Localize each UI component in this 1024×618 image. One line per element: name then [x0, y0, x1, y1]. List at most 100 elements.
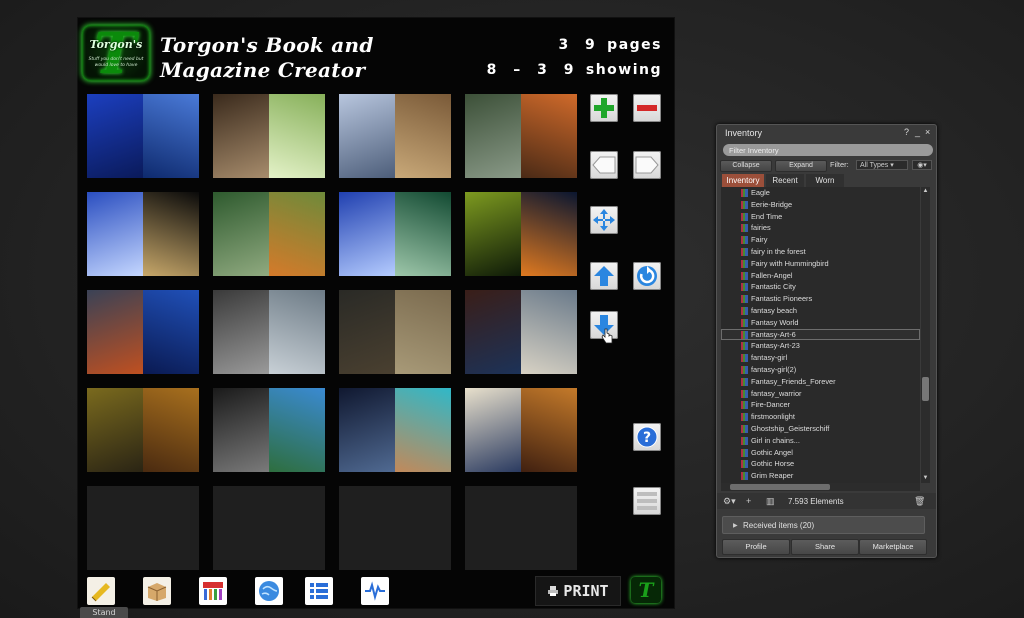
inventory-item[interactable]: Fantastic Pioneers: [721, 293, 920, 305]
page-thumbnail[interactable]: [339, 94, 451, 178]
trash-icon[interactable]: 🗑: [914, 496, 925, 507]
mini-logo-button[interactable]: T: [631, 577, 661, 603]
previous-page-button[interactable]: [590, 151, 618, 179]
inventory-item[interactable]: Gothic Horse: [721, 458, 920, 470]
globe-button[interactable]: [255, 577, 283, 605]
inventory-item[interactable]: fairy in the forest: [721, 246, 920, 258]
left-page-image: [339, 388, 395, 472]
help-button[interactable]: ?: [633, 423, 661, 451]
texture-button[interactable]: [199, 577, 227, 605]
collapse-button[interactable]: Collapse: [720, 160, 772, 172]
waveform-icon: [365, 581, 385, 601]
tab-worn[interactable]: Worn: [806, 174, 844, 187]
inventory-item[interactable]: fantasy-girl: [721, 352, 920, 364]
inventory-list[interactable]: Eagle Eerie-Bridge End Time fairies Fairy fai…: [721, 187, 920, 483]
received-items-panel[interactable]: ▶ Received items (20): [722, 516, 925, 534]
empty-page-slot[interactable]: [213, 486, 325, 570]
inventory-item[interactable]: Fantasy-Art-23: [721, 340, 920, 352]
page-thumbnail[interactable]: [339, 290, 451, 374]
inventory-horizontal-scrollbar[interactable]: [721, 483, 920, 491]
inventory-item[interactable]: fantasy beach: [721, 305, 920, 317]
inventory-item[interactable]: firstmoonlight: [721, 411, 920, 423]
page-thumbnail[interactable]: [465, 290, 577, 374]
remove-page-button[interactable]: [633, 94, 661, 122]
inventory-item[interactable]: Fantasy-Art-6: [721, 328, 920, 341]
inventory-item[interactable]: Grim Reaper: [721, 470, 920, 482]
profile-button[interactable]: Profile: [722, 539, 790, 555]
inventory-item[interactable]: fairies: [721, 222, 920, 234]
tab-recent[interactable]: Recent: [766, 174, 804, 187]
gear-icon[interactable]: ⚙▾: [723, 496, 736, 507]
empty-page-slot[interactable]: [465, 486, 577, 570]
scroll-down-icon[interactable]: ▼: [921, 474, 930, 483]
expand-view-button[interactable]: [590, 206, 618, 234]
inventory-item[interactable]: Fallen-Angel: [721, 270, 920, 282]
next-page-button[interactable]: [633, 151, 661, 179]
page-thumbnail[interactable]: [213, 388, 325, 472]
inventory-vertical-scrollbar[interactable]: ▲ ▼: [921, 187, 930, 483]
inventory-item[interactable]: Eerie-Bridge: [721, 199, 920, 211]
move-up-button[interactable]: [590, 262, 618, 290]
page-thumbnail[interactable]: [465, 192, 577, 276]
inventory-item[interactable]: Ghostship_Geisterschiff: [721, 423, 920, 435]
right-page-image: [143, 388, 199, 472]
page-thumbnail[interactable]: [87, 94, 199, 178]
inventory-item[interactable]: Girl in chains...: [721, 435, 920, 447]
stand-tab[interactable]: Stand: [80, 607, 128, 618]
inventory-item[interactable]: Fairy with Hummingbird: [721, 258, 920, 270]
scroll-thumb[interactable]: [922, 377, 929, 401]
add-page-button[interactable]: [590, 94, 618, 122]
inventory-item[interactable]: fantasy_warrior: [721, 388, 920, 400]
waveform-button[interactable]: [361, 577, 389, 605]
inventory-titlebar[interactable]: Inventory ? _ ×: [717, 125, 936, 141]
type-filter-select[interactable]: All Types ▾: [856, 160, 908, 170]
texture-icon: [741, 247, 748, 256]
help-icon[interactable]: ?: [904, 127, 909, 137]
inventory-item[interactable]: Eagle: [721, 187, 920, 199]
minimize-icon[interactable]: _: [915, 127, 920, 137]
inventory-item[interactable]: End Time: [721, 211, 920, 223]
expand-button[interactable]: Expand: [775, 160, 827, 172]
page-thumbnail[interactable]: [465, 388, 577, 472]
add-icon[interactable]: +: [746, 496, 751, 506]
marketplace-button[interactable]: Marketplace: [859, 539, 927, 555]
page-thumbnail[interactable]: [213, 94, 325, 178]
right-page-image: [521, 388, 577, 472]
page-thumbnail[interactable]: [213, 290, 325, 374]
inventory-item[interactable]: Fantasy_Friends_Forever: [721, 376, 920, 388]
empty-page-slot[interactable]: [87, 486, 199, 570]
hscroll-thumb[interactable]: [730, 484, 830, 490]
settings-list-button[interactable]: [305, 577, 333, 605]
folder-icon[interactable]: ▥: [766, 496, 775, 507]
ruler-button[interactable]: [87, 577, 115, 605]
print-button[interactable]: PRINT: [535, 576, 621, 606]
list-button[interactable]: [633, 487, 661, 515]
page-thumbnail[interactable]: [465, 94, 577, 178]
page-thumbnail[interactable]: [87, 290, 199, 374]
hud-title-line1: Torgon's Book and: [160, 33, 374, 57]
left-page-image: [339, 290, 395, 374]
inventory-item[interactable]: Fairy: [721, 234, 920, 246]
page-thumbnail[interactable]: [339, 192, 451, 276]
page-thumbnail[interactable]: [339, 388, 451, 472]
rotate-button[interactable]: [633, 262, 661, 290]
inventory-filter-input[interactable]: [723, 144, 933, 156]
inventory-item-label: Fantasy_Friends_Forever: [751, 376, 836, 386]
texture-icon: [741, 259, 748, 268]
inventory-item[interactable]: Fantastic City: [721, 281, 920, 293]
inventory-status-bar: ⚙▾ + ▥ 7.593 Elements 🗑: [717, 493, 936, 509]
page-thumbnail[interactable]: [87, 192, 199, 276]
inventory-item[interactable]: fantasy-girl(2): [721, 364, 920, 376]
page-thumbnail[interactable]: [87, 388, 199, 472]
inventory-item[interactable]: Fire-Dancer: [721, 399, 920, 411]
tab-inventory[interactable]: Inventory: [722, 174, 764, 187]
share-button[interactable]: Share: [791, 539, 859, 555]
empty-page-slot[interactable]: [339, 486, 451, 570]
box-button[interactable]: [143, 577, 171, 605]
inventory-item[interactable]: Fantasy World: [721, 317, 920, 329]
inventory-item[interactable]: Gothic Angel: [721, 447, 920, 459]
scroll-up-icon[interactable]: ▲: [921, 187, 930, 196]
close-icon[interactable]: ×: [925, 127, 930, 137]
page-thumbnail[interactable]: [213, 192, 325, 276]
view-options-button[interactable]: ◉▾: [912, 160, 932, 170]
